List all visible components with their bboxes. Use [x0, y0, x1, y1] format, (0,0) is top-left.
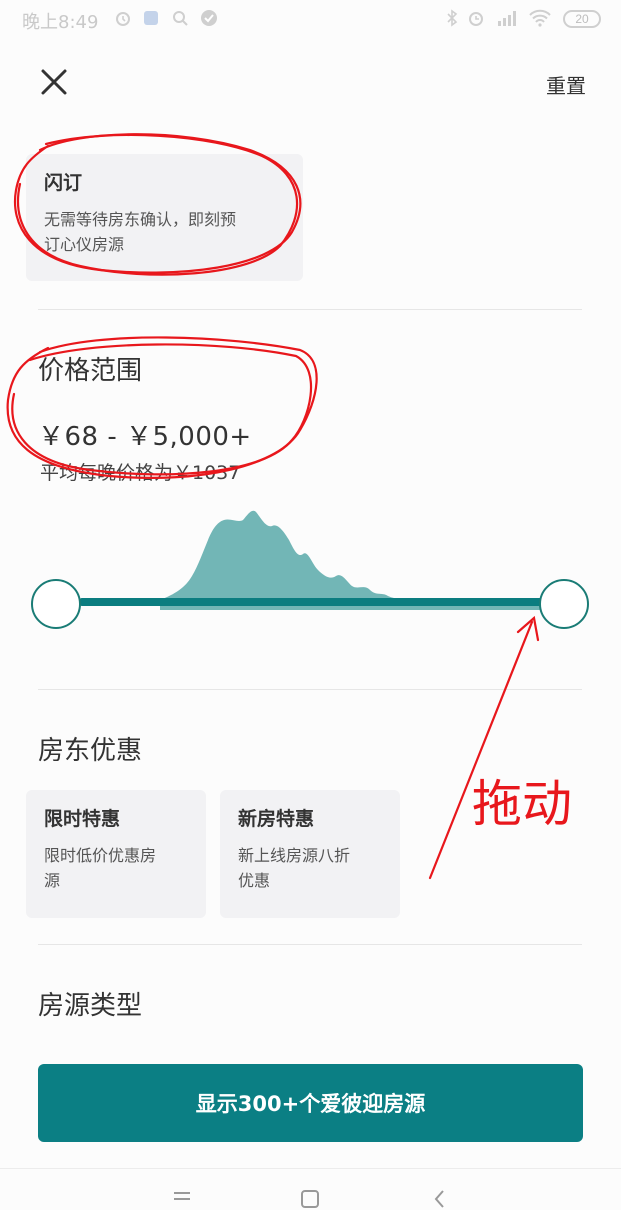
app-notification-icon	[144, 11, 158, 25]
divider	[38, 309, 582, 310]
close-icon[interactable]	[38, 66, 70, 98]
annotation-drag-label: 拖动	[472, 775, 572, 833]
deal-card-desc-line2: 源	[44, 871, 61, 890]
search-notification-icon	[173, 11, 188, 26]
price-range-value: ￥68 - ￥5,000+	[38, 422, 252, 452]
status-bar: 晚上8:49 20	[0, 0, 621, 40]
battery-indicator: 20	[563, 10, 601, 28]
system-nav-bar	[0, 1168, 621, 1210]
flash-booking-desc-line2: 订心仪房源	[44, 235, 125, 254]
new-listing-deal-card[interactable]: 新房特惠 新上线房源八折 优惠	[220, 790, 400, 918]
limited-time-deal-card[interactable]: 限时特惠 限时低价优惠房 源	[26, 790, 206, 918]
status-time: 晚上8:49	[22, 12, 99, 33]
app-notification-icon-2	[201, 10, 217, 26]
price-slider-min-handle[interactable]	[31, 579, 81, 629]
annotation-arrow-shaft	[428, 620, 534, 880]
histogram-area	[160, 510, 540, 610]
divider	[38, 944, 582, 945]
host-deals-section-title: 房东优惠	[38, 736, 143, 766]
price-histogram	[160, 510, 540, 610]
deal-card-desc-line2: 优惠	[238, 871, 271, 890]
annotation-arrow-head	[516, 615, 540, 642]
deal-card-desc-line1: 新上线房源八折	[238, 846, 351, 865]
property-type-section-title: 房源类型	[38, 991, 143, 1021]
divider	[38, 689, 582, 690]
flash-booking-title: 闪订	[44, 172, 83, 194]
price-section-title: 价格范围	[38, 356, 143, 386]
deal-card-title: 新房特惠	[238, 808, 315, 830]
deal-card-title: 限时特惠	[44, 808, 121, 830]
price-slider-max-handle[interactable]	[539, 579, 589, 629]
back-icon[interactable]	[428, 1187, 452, 1210]
flash-booking-desc-line1: 无需等待房东确认，即刻预	[44, 210, 237, 229]
signal-icon	[498, 11, 516, 26]
alarm-icon	[116, 12, 130, 26]
show-listings-button[interactable]: 显示300+个爱彼迎房源	[38, 1064, 583, 1142]
price-average-text: 平均每晚价格为￥1037	[40, 462, 241, 484]
alarm-status-icon	[469, 12, 483, 26]
wifi-icon	[529, 9, 551, 27]
menu-icon[interactable]	[170, 1187, 194, 1210]
reset-button[interactable]: 重置	[546, 70, 586, 99]
deal-card-desc-line1: 限时低价优惠房	[44, 846, 157, 865]
flash-booking-card[interactable]: 闪订 无需等待房东确认，即刻预 订心仪房源	[26, 154, 303, 281]
home-icon[interactable]	[298, 1187, 322, 1210]
bluetooth-icon	[447, 9, 458, 27]
price-slider-track[interactable]	[80, 598, 542, 606]
